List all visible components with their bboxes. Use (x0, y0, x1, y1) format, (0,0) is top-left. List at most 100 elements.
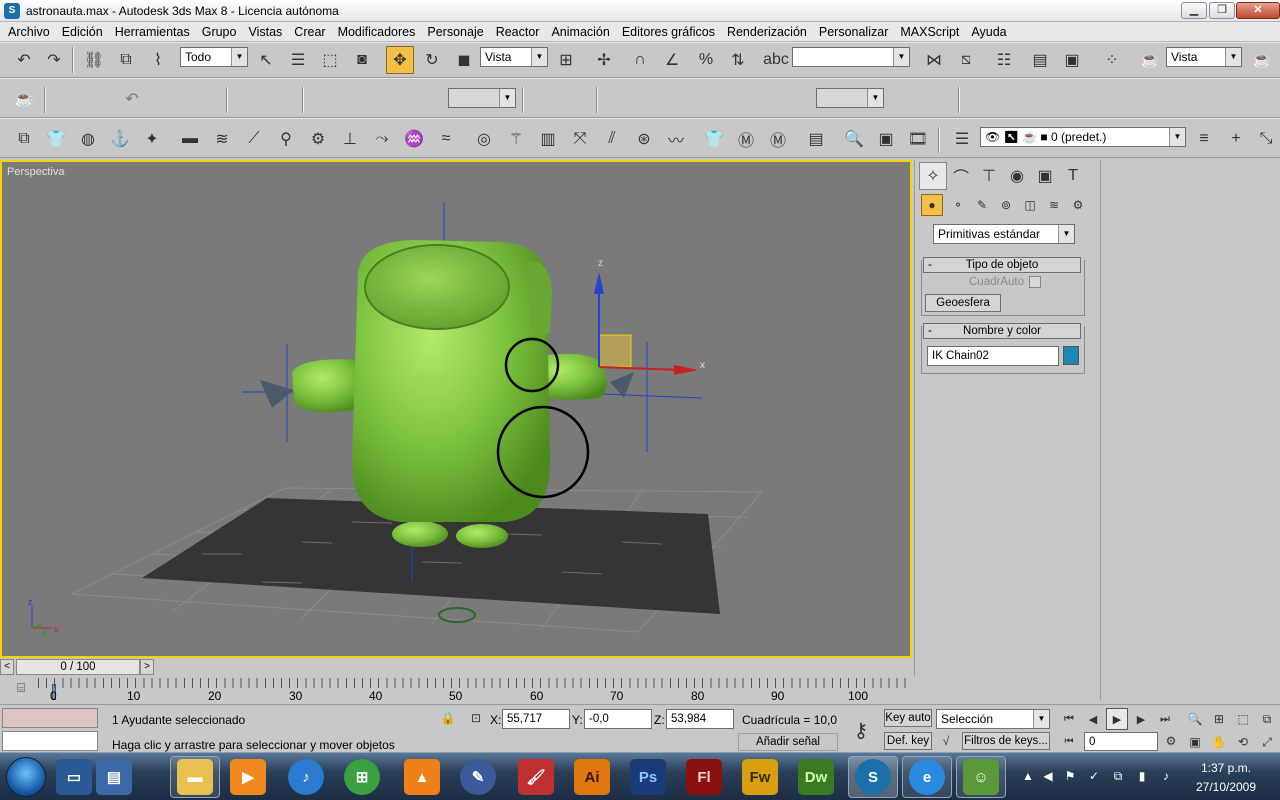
reference-coord-dropdown[interactable]: Vista ▼ (480, 47, 548, 67)
constraint-solver-icon[interactable]: ◎ (470, 125, 498, 153)
lights-icon[interactable]: ✎ (971, 194, 993, 216)
paint-icon[interactable]: 🖌 (518, 759, 554, 795)
car-wheel-icon[interactable]: ⊛ (630, 125, 658, 153)
name-color-rollout-header[interactable]: - Nombre y color (923, 323, 1081, 339)
helpers-icon[interactable]: ◫ (1019, 194, 1041, 216)
layer-manager-icon[interactable]: ☷ (990, 46, 1018, 74)
current-layer-dropdown[interactable]: 👁 ↖ ☕ ■ 0 (predet.) ▼ (980, 127, 1186, 147)
key-mode-icon[interactable]: ⏮ (1058, 731, 1080, 751)
field-of-view-icon[interactable]: ▣ (1184, 731, 1206, 753)
next-frame-icon[interactable]: ▶ (1130, 708, 1152, 730)
menu-personaje[interactable]: Personaje (421, 25, 489, 39)
maximize-button[interactable]: ❐ (1209, 2, 1235, 19)
snap-3d-icon[interactable]: ∩ (626, 46, 654, 74)
geosphere-button[interactable]: Geoesfera (925, 294, 1001, 312)
toy-car-icon[interactable]: ⊥ (336, 125, 364, 153)
teapot-icon[interactable]: ☕ (10, 85, 38, 113)
menu-animacion[interactable]: Animación (545, 25, 615, 39)
track-bar[interactable]: ⌸ 0 10 20 30 40 50 60 70 80 90 100 (0, 676, 915, 704)
motion-tab-icon[interactable]: ◉ (1003, 162, 1031, 190)
rectangular-region-icon[interactable]: ⬚ (316, 46, 344, 74)
zoom-icon[interactable]: 🔍 (1184, 708, 1206, 730)
pinned-app-icon[interactable]: ✎ (460, 759, 496, 795)
redo-icon[interactable]: ↷ (40, 46, 68, 74)
undo-icon[interactable]: ↶ (10, 46, 38, 74)
menu-herramientas[interactable]: Herramientas (109, 25, 196, 39)
display-tab-icon[interactable]: ▣ (1031, 162, 1059, 190)
rotate-icon[interactable]: ↻ (418, 46, 446, 74)
category-dropdown[interactable]: Primitivas estándar ▼ (933, 224, 1075, 244)
set-key-button[interactable]: Def. key (884, 732, 932, 750)
auto-key-button[interactable]: Key auto (884, 709, 932, 727)
time-slider-thumb[interactable]: 0 / 100 (16, 659, 140, 675)
lock-icon[interactable]: 🔒 (438, 707, 458, 729)
layers-icon[interactable]: ☰ (948, 125, 976, 153)
maxscript-listener-pink[interactable] (2, 708, 98, 728)
next-frame-button[interactable]: > (140, 659, 154, 675)
flash-icon[interactable]: Fl (686, 759, 722, 795)
geometry-icon[interactable]: ● (921, 194, 943, 216)
utilities-tab-icon[interactable]: T (1059, 162, 1087, 190)
menu-edicion[interactable]: Edición (56, 25, 109, 39)
menu-crear[interactable]: Crear (288, 25, 331, 39)
space-warps-icon[interactable]: ≋ (1043, 194, 1065, 216)
cameras-icon[interactable]: ⊚ (995, 194, 1017, 216)
pan-icon[interactable]: ✋ (1208, 731, 1230, 753)
link-icon[interactable]: ⛓ (80, 46, 108, 74)
time-slider[interactable]: < 0 / 100 > (0, 658, 912, 676)
menu-maxscript[interactable]: MAXScript (894, 25, 965, 39)
rigid-body-icon[interactable]: ⧉ (10, 125, 38, 153)
zoom-all-icon[interactable]: ⊞ (1208, 708, 1230, 730)
select-by-name-icon[interactable]: ☰ (284, 46, 312, 74)
wind-gear-icon[interactable]: ⚙ (304, 125, 332, 153)
motor-icon[interactable]: ⚲ (272, 125, 300, 153)
previous-frame-icon[interactable]: ◀ (1082, 708, 1104, 730)
curve-icon[interactable]: ↶ (118, 85, 146, 113)
maxscript-listener-white[interactable] (2, 731, 98, 751)
curve-editor-mini-icon[interactable]: ⌸ (8, 676, 34, 700)
create-tab-icon[interactable]: ✧ (919, 162, 947, 190)
analyze-world-icon[interactable]: 🔍 (840, 125, 868, 153)
maximize-viewport-icon[interactable]: ⤢ (1256, 731, 1278, 753)
current-frame-field[interactable]: 0 (1084, 732, 1158, 751)
ragdoll-icon[interactable]: ⚚ (502, 125, 530, 153)
soft-body-icon[interactable]: ◍ (74, 125, 102, 153)
speaker-icon[interactable]: ◀ (1040, 769, 1056, 783)
start-button[interactable] (6, 757, 46, 797)
cloth-icon[interactable]: 👕 (42, 125, 70, 153)
fracture-icon[interactable]: ⤳ (368, 125, 396, 153)
rope-icon[interactable]: ⚓ (106, 125, 134, 153)
point-to-point-icon[interactable]: ⤧ (566, 125, 594, 153)
empty-dropdown-2[interactable]: ▼ (816, 88, 884, 108)
illustrator-icon[interactable]: Ai (574, 759, 610, 795)
menu-archivo[interactable]: Archivo (2, 25, 56, 39)
minimize-button[interactable]: ▁ (1181, 2, 1207, 19)
empty-dropdown-1[interactable]: ▼ (448, 88, 516, 108)
cloth-modifier-icon[interactable]: 👕 (700, 125, 728, 153)
object-name-field[interactable]: IK Chain02 (927, 346, 1059, 366)
spring-icon[interactable]: ≋ (208, 125, 236, 153)
angular-dashpot-icon[interactable]: 〰 (662, 125, 690, 153)
render-scene-icon[interactable]: ☕ (1136, 46, 1164, 74)
z-coordinate-field[interactable]: 53,984 (666, 709, 734, 729)
hinge-icon[interactable]: ▥ (534, 125, 562, 153)
selection-filter-dropdown[interactable]: Todo ▼ (180, 47, 248, 67)
vlc-icon[interactable]: ▲ (404, 759, 440, 795)
select-manipulate-icon[interactable]: ✢ (590, 46, 618, 74)
default-tangent-icon[interactable]: √ (936, 731, 956, 751)
spinner-snap-icon[interactable]: ⇅ (724, 46, 752, 74)
autogrid-checkbox[interactable] (1029, 276, 1041, 288)
security-icon[interactable]: ✓ (1086, 769, 1102, 783)
add-to-layer-icon[interactable]: ⤡ (1252, 125, 1280, 153)
flag-icon[interactable]: ⚑ (1062, 769, 1078, 783)
menu-vistas[interactable]: Vistas (242, 25, 288, 39)
key-filters-button[interactable]: Filtros de keys... (962, 732, 1050, 750)
angle-snap-icon[interactable]: ∠ (658, 46, 686, 74)
edit-named-selection-icon[interactable]: abc (762, 46, 790, 74)
prev-frame-button[interactable]: < (0, 659, 14, 675)
go-to-start-icon[interactable]: ⏮ (1058, 708, 1080, 730)
y-coordinate-field[interactable]: -0,0 (584, 709, 652, 729)
clock-time[interactable]: 1:37 p.m. (1186, 761, 1266, 775)
photoshop-icon[interactable]: Ps (630, 759, 666, 795)
menu-ayuda[interactable]: Ayuda (965, 25, 1012, 39)
